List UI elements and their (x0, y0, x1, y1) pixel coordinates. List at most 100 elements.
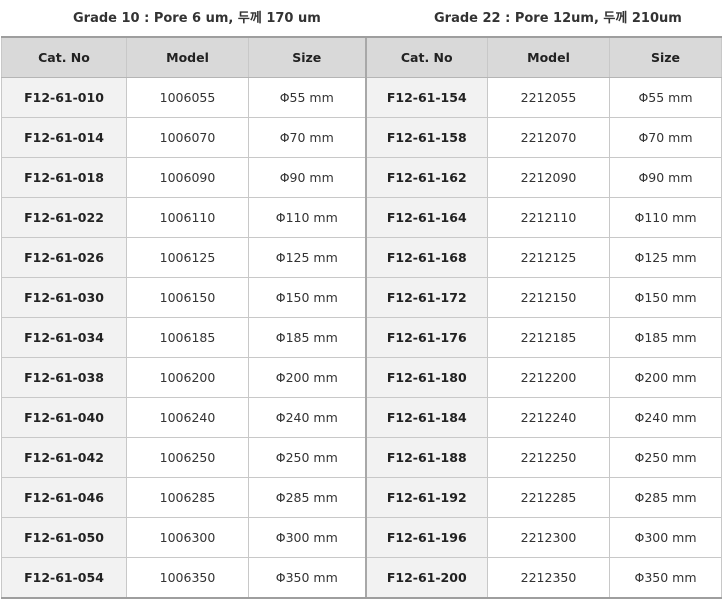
table-row: F12-61-034 1006185 Φ185 mm F12-61-176 221218… (1, 317, 722, 358)
grade22-model-cell: 2212125 (487, 237, 610, 278)
column-header-size: Size (248, 36, 366, 78)
grade22-cat-no-cell: F12-61-196 (364, 517, 488, 558)
table-row: F12-61-018 1006090 Φ90 mm F12-61-162 2212090… (1, 157, 722, 198)
grade22-cat-no-cell: F12-61-192 (364, 477, 488, 518)
grade22-size-cell: Φ55 mm (609, 77, 722, 118)
grade10-model-cell: 1006200 (126, 357, 249, 398)
grade10-cat-no-cell: F12-61-022 (1, 197, 127, 238)
grade10-size-cell: Φ200 mm (248, 357, 366, 398)
grade22-model-cell: 2212070 (487, 117, 610, 158)
grade10-size-cell: Φ110 mm (248, 197, 366, 238)
grade10-cat-no-cell: F12-61-030 (1, 277, 127, 318)
grade10-model-cell: 1006250 (126, 437, 249, 478)
grade22-model-cell: 2212250 (487, 437, 610, 478)
grade10-model-cell: 1006300 (126, 517, 249, 558)
table-row: F12-61-030 1006150 Φ150 mm F12-61-172 221215… (1, 277, 722, 318)
grade10-size-cell: Φ240 mm (248, 397, 366, 438)
grade22-size-cell: Φ350 mm (609, 557, 722, 599)
grade10-size-cell: Φ285 mm (248, 477, 366, 518)
table-row: F12-61-050 1006300 Φ300 mm F12-61-196 221230… (1, 517, 722, 558)
grade10-cat-no-cell: F12-61-046 (1, 477, 127, 518)
grade22-size-cell: Φ200 mm (609, 357, 722, 398)
grade22-model-cell: 2212110 (487, 197, 610, 238)
grade10-cat-no-cell: F12-61-042 (1, 437, 127, 478)
grade10-cat-no-cell: F12-61-050 (1, 517, 127, 558)
column-header-model: Model (487, 36, 610, 78)
grade22-size-cell: Φ70 mm (609, 117, 722, 158)
grade10-size-cell: Φ300 mm (248, 517, 366, 558)
table-row: F12-61-014 1006070 Φ70 mm F12-61-158 2212070… (1, 117, 722, 158)
grade10-cat-no-cell: F12-61-014 (1, 117, 127, 158)
grade10-model-cell: 1006285 (126, 477, 249, 518)
grade22-model-cell: 2212200 (487, 357, 610, 398)
grade-headings: Grade 10 : Pore 6 um, 두께 170 um Grade 22… (0, 0, 723, 34)
grade10-model-cell: 1006350 (126, 557, 249, 599)
table-row: F12-61-054 1006350 Φ350 mm F12-61-200 221235… (1, 557, 722, 599)
grade10-cat-no-cell: F12-61-018 (1, 157, 127, 198)
grade22-model-cell: 2212185 (487, 317, 610, 358)
product-spec-table: Cat. No Model Size Cat. No Model Size F1… (1, 36, 722, 599)
grade22-model-cell: 2212300 (487, 517, 610, 558)
grade22-size-cell: Φ300 mm (609, 517, 722, 558)
grade10-model-cell: 1006240 (126, 397, 249, 438)
grade10-size-cell: Φ185 mm (248, 317, 366, 358)
column-header-model: Model (126, 36, 249, 78)
grade10-cat-no-cell: F12-61-054 (1, 557, 127, 599)
table-row: F12-61-042 1006250 Φ250 mm F12-61-188 221225… (1, 437, 722, 478)
grade10-size-cell: Φ250 mm (248, 437, 366, 478)
grade22-size-cell: Φ185 mm (609, 317, 722, 358)
table-body: F12-61-010 1006055 Φ55 mm F12-61-154 2212055… (1, 77, 722, 599)
grade-22-heading: Grade 22 : Pore 12um, 두께 210um (434, 11, 682, 26)
grade22-model-cell: 2212350 (487, 557, 610, 599)
grade10-size-cell: Φ350 mm (248, 557, 366, 599)
grade22-size-cell: Φ125 mm (609, 237, 722, 278)
grade10-cat-no-cell: F12-61-010 (1, 77, 127, 118)
column-header-cat-no: Cat. No (1, 36, 127, 78)
grade10-cat-no-cell: F12-61-038 (1, 357, 127, 398)
grade10-model-cell: 1006185 (126, 317, 249, 358)
table-row: F12-61-046 1006285 Φ285 mm F12-61-192 221228… (1, 477, 722, 518)
grade10-model-cell: 1006055 (126, 77, 249, 118)
grade22-model-cell: 2212240 (487, 397, 610, 438)
grade10-model-cell: 1006090 (126, 157, 249, 198)
grade10-size-cell: Φ55 mm (248, 77, 366, 118)
grade22-size-cell: Φ150 mm (609, 277, 722, 318)
grade22-cat-no-cell: F12-61-188 (364, 437, 488, 478)
grade22-model-cell: 2212090 (487, 157, 610, 198)
grade22-cat-no-cell: F12-61-154 (364, 77, 488, 118)
grade10-cat-no-cell: F12-61-026 (1, 237, 127, 278)
grade22-size-cell: Φ250 mm (609, 437, 722, 478)
column-header-cat-no: Cat. No (364, 36, 488, 78)
table-row: F12-61-038 1006200 Φ200 mm F12-61-180 221220… (1, 357, 722, 398)
table-row: F12-61-040 1006240 Φ240 mm F12-61-184 221224… (1, 397, 722, 438)
table-row: F12-61-022 1006110 Φ110 mm F12-61-164 221211… (1, 197, 722, 238)
column-header-size: Size (609, 36, 722, 78)
grade10-size-cell: Φ125 mm (248, 237, 366, 278)
grade22-cat-no-cell: F12-61-184 (364, 397, 488, 438)
grade22-size-cell: Φ90 mm (609, 157, 722, 198)
grade10-model-cell: 1006125 (126, 237, 249, 278)
grade10-model-cell: 1006070 (126, 117, 249, 158)
grade22-cat-no-cell: F12-61-162 (364, 157, 488, 198)
table-header-row: Cat. No Model Size Cat. No Model Size (1, 36, 722, 78)
grade22-size-cell: Φ110 mm (609, 197, 722, 238)
grade22-size-cell: Φ285 mm (609, 477, 722, 518)
grade10-model-cell: 1006110 (126, 197, 249, 238)
grade22-cat-no-cell: F12-61-164 (364, 197, 488, 238)
grade22-size-cell: Φ240 mm (609, 397, 722, 438)
grade10-size-cell: Φ90 mm (248, 157, 366, 198)
grade22-cat-no-cell: F12-61-180 (364, 357, 488, 398)
table-row: F12-61-026 1006125 Φ125 mm F12-61-168 221212… (1, 237, 722, 278)
grade10-cat-no-cell: F12-61-040 (1, 397, 127, 438)
grade-10-heading: Grade 10 : Pore 6 um, 두께 170 um (73, 11, 321, 26)
grade10-size-cell: Φ150 mm (248, 277, 366, 318)
grade22-cat-no-cell: F12-61-168 (364, 237, 488, 278)
grade22-cat-no-cell: F12-61-172 (364, 277, 488, 318)
table-row: F12-61-010 1006055 Φ55 mm F12-61-154 2212055… (1, 77, 722, 118)
grade22-model-cell: 2212285 (487, 477, 610, 518)
grade22-model-cell: 2212150 (487, 277, 610, 318)
grade22-cat-no-cell: F12-61-176 (364, 317, 488, 358)
grade22-model-cell: 2212055 (487, 77, 610, 118)
grade22-cat-no-cell: F12-61-200 (364, 557, 488, 599)
grade10-size-cell: Φ70 mm (248, 117, 366, 158)
